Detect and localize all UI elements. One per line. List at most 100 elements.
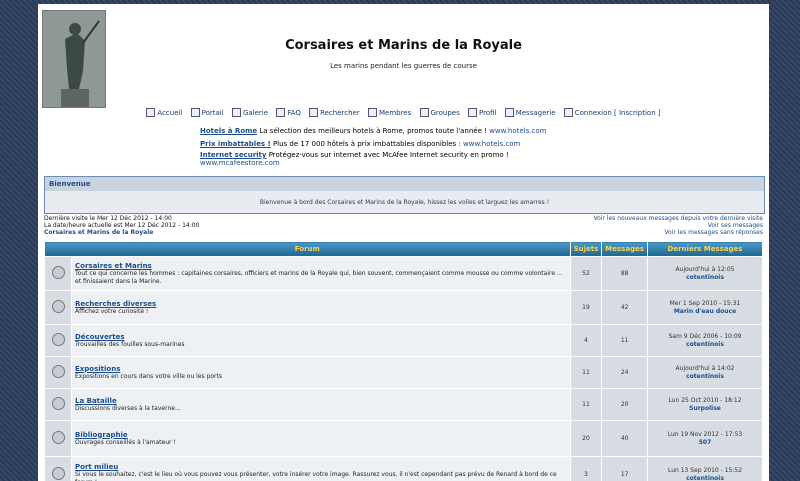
forum-folder-icon (51, 467, 65, 480)
col-last: Derniers Messages (647, 241, 763, 257)
ad-url[interactable]: www.mcafeestore.com (200, 159, 280, 167)
site-logo[interactable] (42, 10, 106, 108)
last-post-user[interactable]: cotentinois (649, 274, 761, 282)
forum-name[interactable]: Port milieu (75, 463, 567, 471)
breadcrumb[interactable]: Corsaires et Marins de la Royale (44, 229, 199, 236)
faq-icon (276, 108, 286, 117)
header: Corsaires et Marins de la Royale Les mar… (38, 4, 769, 108)
table-row: Expositions Expositions en cours dans vot… (44, 356, 763, 389)
nav-portal[interactable]: Portail (190, 108, 224, 117)
nav-label: Portail (201, 108, 224, 117)
forum-folder-icon (51, 266, 65, 279)
corsair-statue-icon (43, 11, 105, 107)
nav-gallery[interactable]: Galerie (231, 108, 268, 117)
topic-count: 20 (569, 420, 603, 457)
forum-folder-icon (51, 431, 65, 444)
forum-description: Discussions diverses à la taverne... (75, 404, 181, 412)
nav-groups[interactable]: Groupes (419, 108, 460, 117)
forum-name[interactable]: Recherches diverses (75, 300, 567, 308)
current-date: La date/heure actuelle est Mer 12 Déc 20… (44, 222, 200, 229)
last-post-date: Lun 13 Sep 2010 - 15:52 (667, 466, 743, 474)
nav-home[interactable]: Accueil (146, 108, 183, 117)
gallery-icon (231, 108, 241, 117)
ad-title[interactable]: Prix imbattables ! (200, 140, 271, 148)
last-post-user[interactable]: 507 (649, 439, 761, 447)
post-count: 11 (601, 324, 648, 357)
forum-name[interactable]: Expositions (75, 365, 567, 373)
forum-name[interactable]: La Bataille (75, 397, 567, 405)
unanswered-link[interactable]: Voir les messages sans réponses (593, 229, 763, 236)
last-post-date: Lun 25 Oct 2010 - 18:12 (668, 396, 742, 404)
topic-count: 11 (569, 356, 603, 389)
table-row: Port milieu Si vous le souhaitez, c'est l… (44, 456, 763, 481)
nav-faq[interactable]: FAQ (276, 108, 301, 117)
ad-text: La sélection des meilleurs hotels à Rome… (257, 127, 487, 135)
new-messages-link[interactable]: Voir les nouveaux messages depuis votre … (593, 215, 763, 222)
table-row: Découvertes Trouvailles des fouilles sous… (44, 324, 763, 357)
forum-folder-icon (51, 333, 65, 346)
ad-title[interactable]: Hotels à Rome (200, 127, 257, 135)
last-visit: Dernière visite le Mer 12 Déc 2012 - 14:… (44, 215, 172, 222)
last-post-date: Sam 9 Déc 2006 - 10:09 (668, 332, 742, 340)
ad-text: Plus de 17 000 hôtels à prix imbattables… (270, 140, 461, 148)
forum-description: Affichez votre curiosité ! (75, 307, 149, 315)
last-post-user[interactable]: cotentinois (649, 475, 761, 481)
forum-description: Trouvailles des fouilles sous-marines (75, 340, 185, 348)
table-row: La Bataille Discussions diverses à la tav… (44, 388, 763, 421)
nav-label: Profil (479, 108, 497, 117)
forum-description: Expositions en cours dans votre ville ou… (75, 372, 222, 380)
forum-description: Si vous le souhaitez, c'est le lieu où v… (75, 470, 557, 481)
welcome-title: Bienvenue (45, 177, 764, 191)
post-count: 17 (601, 456, 648, 481)
ad-item[interactable]: Internet security Protégez-vous sur inte… (200, 151, 620, 167)
ad-item[interactable]: Hotels à Rome La sélection des meilleurs… (200, 125, 620, 138)
welcome-message: Bienvenue à bord des Corsaires et Marins… (259, 199, 550, 206)
forum-name[interactable]: Découvertes (75, 333, 567, 341)
members-icon (367, 108, 377, 117)
last-post-date: Aujourd'hui à 14:02 (675, 364, 735, 372)
nav-members[interactable]: Membres (367, 108, 412, 117)
nav-label: Accueil (157, 108, 183, 117)
login-icon (563, 108, 573, 117)
col-forum: Forum (44, 241, 571, 257)
last-post-user[interactable]: cotentinois (649, 373, 761, 381)
ad-url[interactable]: www.hotels.com (463, 140, 520, 148)
last-post-user[interactable]: cotentinois (649, 341, 761, 349)
forum-folder-icon (51, 365, 65, 378)
ad-text: Protégez-vous sur internet avec McAfee I… (266, 151, 509, 159)
nav-profile[interactable]: Profil (468, 108, 497, 117)
nav-label: Messagerie (515, 108, 556, 117)
ad-item[interactable]: Prix imbattables ! Plus de 17 000 hôtels… (200, 138, 620, 151)
post-count: 24 (601, 356, 648, 389)
ad-url[interactable]: www.hotels.com (489, 127, 546, 135)
ad-title[interactable]: Internet security (200, 151, 266, 159)
last-post-date: Aujourd'hui à 12:05 (675, 265, 735, 273)
mail-icon (504, 108, 514, 117)
forum-description: Tout ce qui concerne les hommes : capita… (75, 269, 563, 285)
session-info: Dernière visite le Mer 12 Déc 2012 - 14:… (44, 215, 199, 236)
main-nav: Accueil Portail Galerie FAQ Rechercher M… (38, 108, 769, 117)
nav-label: Groupes (430, 108, 460, 117)
topic-count: 4 (569, 324, 603, 357)
my-messages-link[interactable]: Voir ses messages (593, 222, 763, 229)
nav-mail[interactable]: Messagerie (504, 108, 556, 117)
last-post-user[interactable]: Surpolise (649, 405, 761, 413)
groups-icon (419, 108, 429, 117)
post-count: 20 (601, 388, 648, 421)
forum-name[interactable]: Bibliographie (75, 431, 567, 439)
last-post-user[interactable]: Marin d'eau douce (649, 308, 761, 316)
forum-name[interactable]: Corsaires et Marins (75, 262, 567, 270)
search-icon (309, 108, 319, 117)
col-topics: Sujets (569, 241, 603, 257)
nav-label: Connexion [ Inscription ] (574, 108, 661, 117)
post-count: 42 (601, 290, 648, 325)
nav-search[interactable]: Rechercher (309, 108, 360, 117)
nav-login[interactable]: Connexion [ Inscription ] (563, 108, 661, 117)
topic-count: 3 (569, 456, 603, 481)
ads-block: Hotels à Rome La sélection des meilleurs… (200, 125, 620, 167)
table-row: Bibliographie Ouvrages conseillés à l'ama… (44, 420, 763, 457)
topic-count: 11 (569, 388, 603, 421)
welcome-panel: Bienvenue Bienvenue à bord des Corsaires… (44, 176, 765, 214)
nav-label: Membres (378, 108, 412, 117)
post-count: 40 (601, 420, 648, 457)
